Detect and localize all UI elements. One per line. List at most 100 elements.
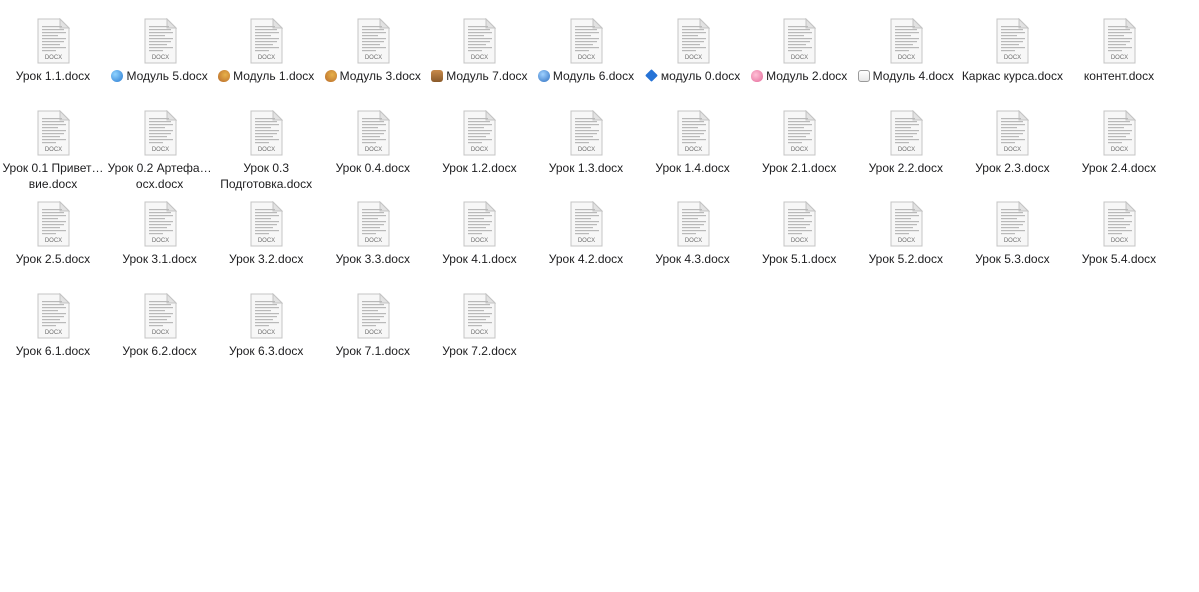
file-item[interactable]: DOCX Урок 2.1.docx (746, 109, 852, 176)
file-thumbnail[interactable]: DOCX (1102, 18, 1136, 64)
file-name-label[interactable]: Урок 0.1 Привет…вие.docx (0, 160, 106, 192)
file-name-label[interactable]: Урок 3.2.docx (213, 251, 319, 267)
file-name-label[interactable]: Урок 0.3 Подготовка.docx (213, 160, 319, 192)
file-item[interactable]: DOCX Урок 3.1.docx (107, 201, 213, 267)
file-item[interactable]: DOCX Урок 1.1.docx (0, 18, 106, 84)
file-name-label[interactable]: Урок 1.1.docx (0, 68, 106, 84)
file-item[interactable]: DOCX Урок 0.2 Артефа…осх.docx (107, 109, 213, 192)
file-name-label[interactable]: Модуль 3.docx (320, 68, 426, 84)
file-thumbnail[interactable]: DOCX (36, 201, 70, 247)
file-name-label[interactable]: Урок 4.1.docx (426, 251, 532, 267)
file-item[interactable]: DOCX Урок 3.2.docx (213, 201, 319, 267)
file-thumbnail[interactable]: DOCX (676, 109, 710, 156)
file-name-label[interactable]: Урок 0.4.docx (320, 160, 426, 176)
file-thumbnail[interactable]: DOCX (995, 201, 1030, 247)
file-name-label[interactable]: Модуль 4.docx (853, 68, 959, 84)
file-thumbnail[interactable]: DOCX (995, 18, 1030, 64)
file-name-label[interactable]: Урок 0.2 Артефа…осх.docx (107, 160, 213, 192)
file-thumbnail[interactable]: DOCX (143, 292, 177, 339)
file-thumbnail[interactable]: DOCX (143, 109, 177, 156)
file-thumbnail[interactable]: DOCX (782, 201, 817, 247)
file-name-label[interactable]: Модуль 1.docx (213, 68, 319, 84)
file-thumbnail[interactable]: DOCX (676, 18, 710, 64)
file-thumbnail[interactable]: DOCX (676, 201, 710, 247)
file-thumbnail[interactable]: DOCX (356, 292, 390, 339)
file-item[interactable]: DOCX Урок 2.2.docx (853, 109, 959, 176)
file-item[interactable]: DOCX Модуль 2.docx (746, 18, 852, 84)
file-thumbnail[interactable]: DOCX (569, 18, 603, 64)
file-name-label[interactable]: Урок 6.1.docx (0, 343, 106, 359)
file-thumbnail[interactable]: DOCX (995, 109, 1030, 156)
file-thumbnail[interactable]: DOCX (462, 201, 497, 247)
file-thumbnail[interactable]: DOCX (462, 292, 497, 339)
file-item[interactable]: DOCX Урок 5.2.docx (853, 201, 959, 267)
file-name-label[interactable]: Урок 5.1.docx (746, 251, 852, 267)
file-thumbnail[interactable]: DOCX (249, 292, 284, 339)
file-name-label[interactable]: контент.docx (1066, 68, 1172, 84)
file-item[interactable]: DOCX Урок 6.1.docx (0, 292, 106, 359)
file-thumbnail[interactable]: DOCX (462, 109, 497, 156)
file-thumbnail[interactable]: DOCX (889, 201, 923, 247)
file-item[interactable]: DOCX Урок 1.4.docx (640, 109, 746, 176)
file-item[interactable]: DOCX Урок 5.1.docx (746, 201, 852, 267)
file-name-label[interactable]: Урок 1.2.docx (426, 160, 532, 176)
file-item[interactable]: DOCX Урок 1.3.docx (533, 109, 639, 176)
file-thumbnail[interactable]: DOCX (889, 18, 923, 64)
file-thumbnail[interactable]: DOCX (143, 201, 177, 247)
file-item[interactable]: DOCX модуль 0.docx (640, 18, 746, 84)
file-thumbnail[interactable]: DOCX (356, 201, 390, 247)
file-item[interactable]: DOCX Урок 6.3.docx (213, 292, 319, 359)
file-item[interactable]: DOCX Урок 2.4.docx (1066, 109, 1172, 176)
file-item[interactable]: DOCX Урок 2.3.docx (959, 109, 1065, 176)
file-item[interactable]: DOCX Урок 4.1.docx (426, 201, 532, 267)
file-name-label[interactable]: Урок 4.3.docx (640, 251, 746, 267)
file-name-label[interactable]: Урок 2.4.docx (1066, 160, 1172, 176)
file-thumbnail[interactable]: DOCX (569, 201, 603, 247)
file-thumbnail[interactable]: DOCX (356, 109, 390, 156)
file-name-label[interactable]: Урок 6.2.docx (107, 343, 213, 359)
file-name-label[interactable]: Модуль 5.docx (107, 68, 213, 84)
file-thumbnail[interactable]: DOCX (462, 18, 497, 64)
file-name-label[interactable]: Урок 7.1.docx (320, 343, 426, 359)
file-item[interactable]: DOCX Урок 2.5.docx (0, 201, 106, 267)
file-item[interactable]: DOCX Урок 0.4.docx (320, 109, 426, 176)
file-item[interactable]: DOCX Модуль 7.docx (426, 18, 532, 84)
file-item[interactable]: DOCX Модуль 6.docx (533, 18, 639, 84)
file-item[interactable]: DOCX Урок 5.3.docx (959, 201, 1065, 267)
file-thumbnail[interactable]: DOCX (36, 109, 70, 156)
file-thumbnail[interactable]: DOCX (36, 292, 70, 339)
file-thumbnail[interactable]: DOCX (782, 109, 817, 156)
file-name-label[interactable]: Урок 3.1.docx (107, 251, 213, 267)
file-name-label[interactable]: Урок 5.4.docx (1066, 251, 1172, 267)
file-item[interactable]: DOCX контент.docx (1066, 18, 1172, 84)
file-thumbnail[interactable]: DOCX (143, 18, 177, 64)
file-item[interactable]: DOCX Урок 4.2.docx (533, 201, 639, 267)
file-name-label[interactable]: Каркас курса.docx (959, 68, 1065, 84)
file-name-label[interactable]: Урок 5.3.docx (959, 251, 1065, 267)
file-item[interactable]: DOCX Каркас курса.docx (959, 18, 1065, 84)
file-thumbnail[interactable]: DOCX (569, 109, 603, 156)
file-thumbnail[interactable]: DOCX (249, 109, 284, 156)
file-item[interactable]: DOCX Урок 3.3.docx (320, 201, 426, 267)
file-name-label[interactable]: Урок 6.3.docx (213, 343, 319, 359)
file-item[interactable]: DOCX Модуль 1.docx (213, 18, 319, 84)
file-name-label[interactable]: Урок 5.2.docx (853, 251, 959, 267)
file-name-label[interactable]: Модуль 6.docx (533, 68, 639, 84)
file-name-label[interactable]: Модуль 7.docx (426, 68, 532, 84)
file-item[interactable]: DOCX Урок 7.2.docx (426, 292, 532, 359)
file-name-label[interactable]: Урок 4.2.docx (533, 251, 639, 267)
file-name-label[interactable]: Урок 3.3.docx (320, 251, 426, 267)
file-name-label[interactable]: Урок 7.2.docx (426, 343, 532, 359)
file-item[interactable]: DOCX Модуль 3.docx (320, 18, 426, 84)
file-thumbnail[interactable]: DOCX (1102, 201, 1136, 247)
file-name-label[interactable]: Урок 2.2.docx (853, 160, 959, 176)
file-item[interactable]: DOCX Урок 0.1 Привет…вие.docx (0, 109, 106, 192)
file-thumbnail[interactable]: DOCX (889, 109, 923, 156)
file-thumbnail[interactable]: DOCX (782, 18, 817, 64)
file-item[interactable]: DOCX Урок 5.4.docx (1066, 201, 1172, 267)
file-thumbnail[interactable]: DOCX (356, 18, 390, 64)
file-item[interactable]: DOCX Урок 7.1.docx (320, 292, 426, 359)
file-name-label[interactable]: Урок 2.5.docx (0, 251, 106, 267)
file-item[interactable]: DOCX Урок 1.2.docx (426, 109, 532, 176)
file-name-label[interactable]: модуль 0.docx (640, 68, 746, 84)
